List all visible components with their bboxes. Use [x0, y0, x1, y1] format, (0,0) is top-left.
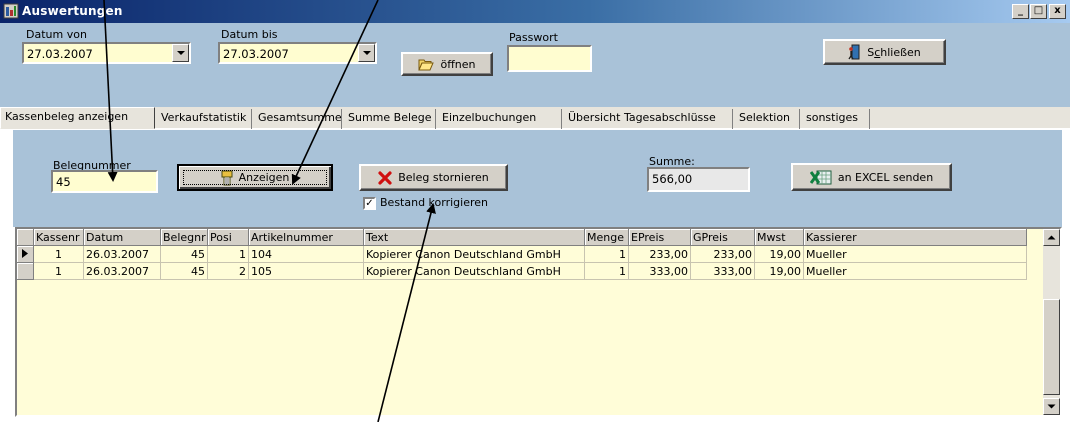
col-header-kassenr[interactable]: Kassenr — [34, 229, 84, 246]
table-cell[interactable]: 233,00 — [691, 246, 755, 263]
table-cell[interactable]: 2 — [208, 263, 249, 280]
table-cell[interactable]: 26.03.2007 — [84, 246, 161, 263]
schliessen-button[interactable]: Schließen — [823, 39, 946, 65]
door-exit-icon — [848, 44, 860, 59]
col-header-artikelnummer[interactable]: Artikelnummer — [249, 229, 364, 246]
arrow-down-icon — [1047, 404, 1056, 409]
col-header-belegnr[interactable]: Belegnr — [161, 229, 208, 246]
passwort-label: Passwort — [509, 31, 558, 44]
table-cell[interactable]: 1 — [585, 246, 629, 263]
col-header-kassierer[interactable]: Kassierer — [804, 229, 1027, 246]
table-cell[interactable]: 105 — [249, 263, 364, 280]
vertical-scrollbar[interactable] — [1043, 229, 1060, 415]
table-cell[interactable]: 333,00 — [691, 263, 755, 280]
maximize-button[interactable]: □ — [1030, 4, 1047, 19]
tab-uebersicht-tagesabschluesse[interactable]: Übersicht Tagesabschlüsse — [564, 109, 733, 129]
table-cell[interactable]: Mueller — [804, 263, 1027, 280]
belegnummer-value: 45 — [56, 175, 71, 189]
chevron-down-icon[interactable] — [172, 44, 189, 62]
beleg-stornieren-button[interactable]: Beleg stornieren — [359, 164, 508, 191]
table-cell[interactable]: 19,00 — [755, 246, 804, 263]
bestand-korrigieren-checkbox[interactable]: ✓ — [363, 197, 376, 210]
top-panel: Datum von 27.03.2007 Datum bis 27.03.200… — [0, 23, 1070, 107]
row-indicator[interactable] — [17, 246, 34, 263]
passwort-input[interactable] — [507, 45, 592, 72]
table-cell[interactable]: Kopierer Canon Deutschland GmbH — [364, 246, 585, 263]
table-cell[interactable]: 1 — [585, 263, 629, 280]
beleg-stornieren-label: Beleg stornieren — [398, 171, 489, 184]
oeffnen-label: öffnen — [440, 57, 476, 71]
table-cell[interactable]: 1 — [34, 246, 84, 263]
table-cell[interactable]: 1 — [208, 246, 249, 263]
bestand-korrigieren-label: Bestand korrigieren — [380, 196, 488, 209]
auswertungen-window: Auswertungen _ □ x Datum von 27.03.2007 … — [0, 0, 1070, 422]
col-header-gpreis[interactable]: GPreis — [691, 229, 755, 246]
table-cell[interactable]: 26.03.2007 — [84, 263, 161, 280]
col-header-menge[interactable]: Menge — [585, 229, 629, 246]
table-cell[interactable]: 233,00 — [629, 246, 691, 263]
table-cell[interactable]: 45 — [161, 246, 208, 263]
datum-bis-label: Datum bis — [221, 28, 278, 41]
datum-bis-value: 27.03.2007 — [223, 47, 289, 61]
app-icon — [3, 3, 19, 19]
anzeigen-button[interactable]: Anzeigen — [177, 164, 333, 191]
tab-einzelbuchungen[interactable]: Einzelbuchungen — [438, 109, 562, 129]
chevron-down-icon[interactable] — [358, 44, 375, 62]
datum-von-combo[interactable]: 27.03.2007 — [22, 42, 191, 64]
row-indicator[interactable] — [17, 263, 34, 280]
belegnummer-input[interactable]: 45 — [51, 170, 158, 193]
excel-button[interactable]: an EXCEL senden — [791, 163, 952, 191]
tab-bar: Kassenbeleg anzeigen Verkaufstatistik Ge… — [0, 107, 1070, 129]
datum-bis-combo[interactable]: 27.03.2007 — [218, 42, 377, 64]
col-header-posi[interactable]: Posi — [208, 229, 249, 246]
scroll-down-button[interactable] — [1043, 398, 1060, 415]
summe-field: 566,00 — [647, 167, 750, 192]
tab-kassenbeleg-anzeigen[interactable]: Kassenbeleg anzeigen — [0, 107, 155, 129]
table-cell[interactable]: Kopierer Canon Deutschland GmbH — [364, 263, 585, 280]
window-title: Auswertungen — [22, 4, 123, 18]
col-header-epreis[interactable]: EPreis — [629, 229, 691, 246]
minimize-button[interactable]: _ — [1012, 4, 1029, 19]
tab-summe-belege[interactable]: Summe Belege — [344, 109, 436, 129]
col-header-mwst[interactable]: Mwst — [755, 229, 804, 246]
excel-label: an EXCEL senden — [837, 170, 934, 184]
grid-corner — [17, 229, 34, 246]
title-bar: Auswertungen _ □ x — [0, 0, 1070, 23]
buchungen-grid: Kassenr Datum Belegnr Posi Artikelnummer… — [15, 227, 1062, 417]
datum-von-label: Datum von — [26, 28, 87, 41]
tab-verkaufstatistik[interactable]: Verkaufstatistik — [157, 109, 252, 129]
schliessen-label: Schließen — [867, 45, 921, 59]
oeffnen-button[interactable]: öffnen — [401, 52, 493, 76]
red-x-icon — [378, 170, 392, 185]
scroll-thumb[interactable] — [1043, 299, 1060, 395]
table-cell[interactable]: 104 — [249, 246, 364, 263]
current-row-arrow-icon — [22, 249, 28, 258]
receipt-icon — [221, 170, 233, 185]
table-cell[interactable]: 1 — [34, 263, 84, 280]
tab-selektion[interactable]: Selektion — [735, 109, 800, 129]
table-cell[interactable]: 19,00 — [755, 263, 804, 280]
excel-icon — [809, 170, 832, 184]
kassenbeleg-panel: Belegnummer 45 Anzeigen Beleg stornieren — [13, 130, 1062, 227]
col-header-text[interactable]: Text — [364, 229, 585, 246]
close-button[interactable]: x — [1049, 4, 1066, 19]
tab-gesamtsumme[interactable]: Gesamtsumme — [254, 109, 342, 129]
anzeigen-label: Anzeigen — [238, 171, 290, 184]
scroll-up-button[interactable] — [1043, 229, 1060, 246]
col-header-datum[interactable]: Datum — [84, 229, 161, 246]
summe-value: 566,00 — [652, 172, 693, 186]
tab-sonstiges[interactable]: sonstiges — [802, 109, 870, 129]
datum-von-value: 27.03.2007 — [27, 47, 93, 61]
table-cell[interactable]: 333,00 — [629, 263, 691, 280]
table-cell[interactable]: Mueller — [804, 246, 1027, 263]
arrow-up-icon — [1047, 235, 1056, 240]
folder-open-icon — [418, 59, 435, 70]
table-cell[interactable]: 45 — [161, 263, 208, 280]
